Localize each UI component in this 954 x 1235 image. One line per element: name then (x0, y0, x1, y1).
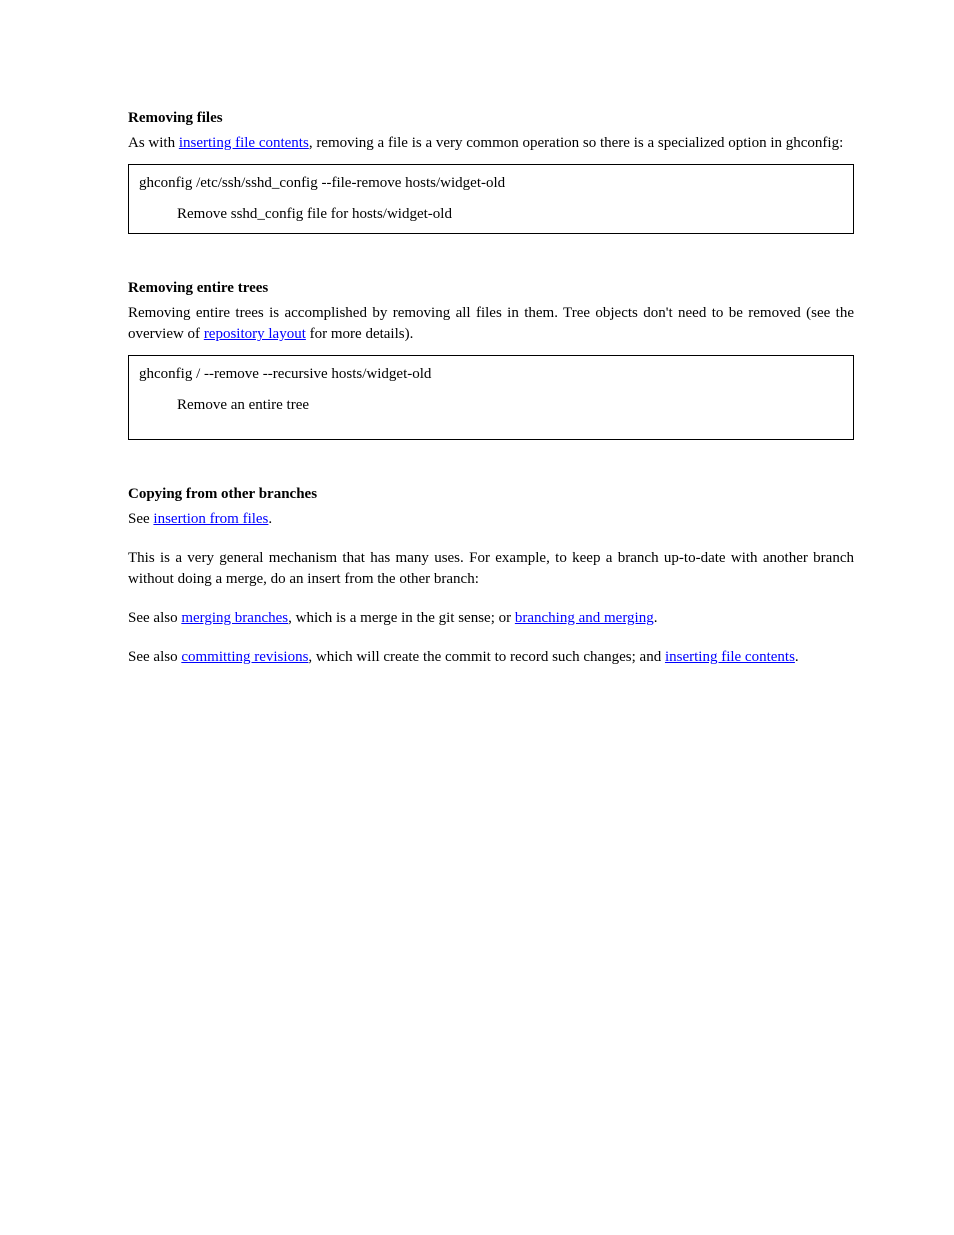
link-committing-revisions[interactable]: committing revisions (181, 649, 308, 665)
heading-copying-branches: Copying from other branches (128, 484, 854, 505)
link-inserting-file-contents-2[interactable]: inserting file contents (665, 649, 795, 665)
text: . (268, 511, 272, 527)
link-branching-and-merging[interactable]: branching and merging (515, 610, 654, 626)
paragraph: As with inserting file contents, removin… (128, 133, 854, 154)
text: , which will create the commit to record… (308, 649, 665, 665)
code-line: ghconfig /etc/ssh/sshd_config --file-rem… (139, 175, 505, 191)
link-insertion-from-files[interactable]: insertion from files (153, 511, 268, 527)
link-merging-branches[interactable]: merging branches (181, 610, 288, 626)
text: . (654, 610, 658, 626)
link-inserting-file-contents[interactable]: inserting file contents (179, 135, 309, 151)
heading-removing-trees: Removing entire trees (128, 278, 854, 299)
paragraph: Removing entire trees is accomplished by… (128, 303, 854, 345)
paragraph: See also committing revisions, which wil… (128, 647, 854, 668)
paragraph: This is a very general mechanism that ha… (128, 548, 854, 590)
text: . (795, 649, 799, 665)
text: , removing a file is a very common opera… (309, 135, 843, 151)
text: See (128, 511, 153, 527)
text: See also (128, 649, 181, 665)
code-line: ghconfig / --remove --recursive hosts/wi… (139, 366, 431, 382)
code-comment: Remove an entire tree (139, 395, 843, 416)
code-box-remove-tree: ghconfig / --remove --recursive hosts/wi… (128, 355, 854, 440)
paragraph: See insertion from files. (128, 509, 854, 530)
text: for more details). (306, 326, 413, 342)
paragraph: See also merging branches, which is a me… (128, 608, 854, 629)
text: See also (128, 610, 181, 626)
heading-removing-files: Removing files (128, 108, 854, 129)
link-repository-layout[interactable]: repository layout (204, 326, 306, 342)
code-comment: Remove sshd_config file for hosts/widget… (139, 204, 843, 225)
code-box-remove-file: ghconfig /etc/ssh/sshd_config --file-rem… (128, 164, 854, 234)
text: , which is a merge in the git sense; or (288, 610, 515, 626)
text: As with (128, 135, 179, 151)
